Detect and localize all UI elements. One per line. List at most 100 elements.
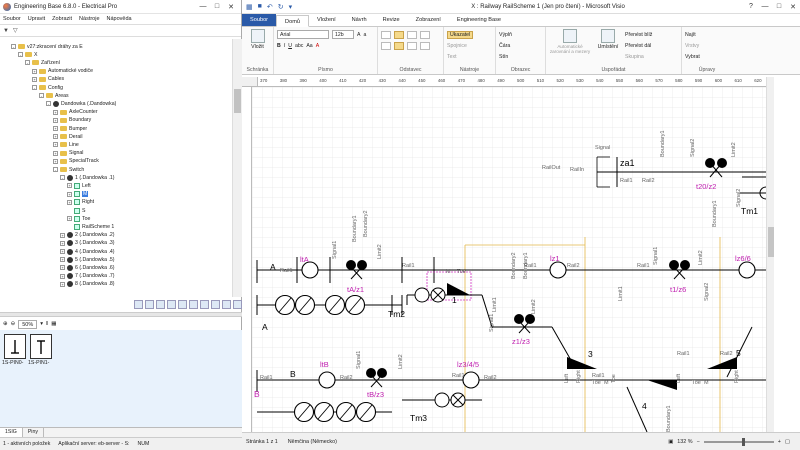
collapse-icon[interactable]: - xyxy=(53,167,58,172)
tree-item[interactable]: +6 (.Dandowka .6) xyxy=(60,264,115,271)
grow-font-icon[interactable]: A xyxy=(357,32,360,38)
tab-insert[interactable]: Vložení xyxy=(309,14,344,26)
tree-scrollbar[interactable] xyxy=(232,39,242,297)
tree-item[interactable]: + Right xyxy=(67,199,94,206)
tab-file[interactable]: Soubor xyxy=(242,14,277,26)
tree-item[interactable]: +7 (.Dandowka .7) xyxy=(60,273,115,280)
auto-align-icon[interactable] xyxy=(563,29,577,43)
position-button[interactable]: Umístění xyxy=(595,44,621,50)
tree-item[interactable]: - Areas xyxy=(39,92,69,99)
zoom-slider[interactable] xyxy=(703,437,774,446)
zoom-out-button[interactable]: − xyxy=(697,439,700,445)
tree-item[interactable]: - v27:zkracení dráhy za E xyxy=(11,43,83,50)
paste-icon[interactable] xyxy=(250,29,265,43)
minimize-icon[interactable]: — xyxy=(196,3,210,10)
tree-item[interactable]: + SpecialTrack xyxy=(53,158,99,165)
expand-icon[interactable]: + xyxy=(53,150,58,156)
fit-page-icon[interactable]: ▢ xyxy=(785,439,790,445)
view-help-icon[interactable] xyxy=(233,299,242,309)
align-right-icon[interactable] xyxy=(407,41,417,50)
redo-icon[interactable]: ↻ xyxy=(278,3,284,11)
zoom-select[interactable]: 50% xyxy=(18,319,38,329)
expand-icon[interactable]: + xyxy=(53,126,58,131)
status-language[interactable]: Němčina (Německo) xyxy=(288,439,337,445)
view-schematic-icon[interactable] xyxy=(134,299,143,309)
pointer-tool-button[interactable]: Ukazatel xyxy=(447,30,474,39)
grid-icon[interactable]: ▦ xyxy=(51,321,56,327)
collapse-icon[interactable]: - xyxy=(25,60,30,66)
close-icon[interactable]: ✕ xyxy=(224,3,238,11)
menu-help[interactable]: Nápověda xyxy=(107,16,132,22)
save-icon[interactable]: ■ xyxy=(258,3,262,11)
select-button[interactable]: Vybrat xyxy=(685,54,700,60)
case-icon[interactable]: Aa xyxy=(306,43,312,49)
expand-icon[interactable]: + xyxy=(60,232,65,238)
tree-item[interactable]: +8 (.Dandowka .8) xyxy=(60,281,115,288)
expand-icon[interactable]: + xyxy=(67,191,72,197)
menu-edit[interactable]: Upravit xyxy=(28,16,45,22)
tree-item[interactable]: +4 (.Dandowka .4) xyxy=(60,248,115,255)
tree-item[interactable]: + M xyxy=(67,191,89,198)
view-cabinet-icon[interactable] xyxy=(145,299,154,309)
align-left-icon[interactable] xyxy=(381,41,391,50)
drawing-canvas[interactable]: za1 t20/z2 ltA tA/z1 lz1 t1/z6 lz6/6 z1/… xyxy=(252,87,766,432)
visio-close-icon[interactable]: ✕ xyxy=(786,3,800,11)
expand-icon[interactable]: + xyxy=(53,134,58,140)
shadow-button[interactable]: Stín xyxy=(499,54,508,60)
tab-design[interactable]: Návrh xyxy=(344,14,375,26)
position-icon[interactable] xyxy=(601,29,615,43)
visio-minimize-icon[interactable]: — xyxy=(758,3,772,10)
expand-icon[interactable]: + xyxy=(32,76,37,82)
pane-splitter[interactable] xyxy=(0,312,242,317)
expand-icon[interactable]: + xyxy=(60,240,65,246)
zoom-dropdown-icon[interactable]: ▾ xyxy=(40,321,43,327)
view-cable-icon[interactable] xyxy=(156,299,165,309)
paste-button[interactable]: Vložit xyxy=(245,44,270,50)
align-middle-icon[interactable] xyxy=(394,30,404,39)
expand-icon[interactable]: + xyxy=(53,109,58,115)
tab-piny[interactable]: Piny xyxy=(23,428,44,437)
tree-item[interactable]: + Signal xyxy=(53,150,83,157)
pin-icon[interactable]: ‖ xyxy=(46,321,48,327)
send-backward-button[interactable]: Přenést dál xyxy=(625,43,651,49)
collapse-icon[interactable]: - xyxy=(18,52,23,58)
zoom-out-icon[interactable]: ⊖ xyxy=(11,321,16,327)
collapse-icon[interactable]: - xyxy=(46,101,51,107)
auto-align-button[interactable]: Automatické zarovnání a mezery xyxy=(549,44,591,54)
tree-item[interactable]: + Bumper xyxy=(53,125,87,132)
menu-tools[interactable]: Nástroje xyxy=(79,16,99,22)
zoom-in-button[interactable]: + xyxy=(778,439,781,445)
font-color-icon[interactable]: A xyxy=(316,43,319,49)
pin-symbol-0[interactable] xyxy=(4,334,26,359)
tree-item[interactable]: + Toe xyxy=(67,215,90,222)
underline-icon[interactable]: U xyxy=(288,43,292,49)
expand-icon[interactable]: + xyxy=(60,265,65,271)
pin-symbol-1[interactable] xyxy=(30,334,52,359)
collapse-icon[interactable]: - xyxy=(32,85,37,90)
visio-help-icon[interactable]: ? xyxy=(744,3,758,10)
maximize-icon[interactable]: □ xyxy=(210,3,224,10)
qat-dropdown-icon[interactable]: ▾ xyxy=(289,3,293,11)
canvas-vscroll-thumb[interactable] xyxy=(768,227,774,257)
full-screen-icon[interactable]: ▣ xyxy=(668,439,673,445)
shrink-font-icon[interactable]: a xyxy=(363,32,366,38)
tree-item[interactable]: - Zařízení xyxy=(25,59,60,66)
view-attribute-icon[interactable] xyxy=(178,299,187,309)
italic-icon[interactable]: I xyxy=(284,43,285,49)
expand-icon[interactable]: + xyxy=(67,199,72,205)
indent-icon[interactable] xyxy=(420,41,430,50)
fill-button[interactable]: Výplň xyxy=(499,32,512,38)
tree-item[interactable]: +2 (.Dandowka .2) xyxy=(60,232,115,239)
status-page[interactable]: Stránka 1 z 1 xyxy=(246,439,278,445)
tree-item[interactable]: + AxleCounter xyxy=(53,109,98,116)
align-bottom-icon[interactable] xyxy=(407,30,417,39)
expand-icon[interactable]: + xyxy=(53,158,58,164)
tab-1sig[interactable]: 1SIG xyxy=(0,428,23,437)
collapse-icon[interactable]: - xyxy=(11,44,16,49)
connector-tool-button[interactable]: Spojnice xyxy=(447,43,467,49)
tree-item[interactable]: + Automatické vodiče xyxy=(32,68,93,75)
tree-item[interactable]: +3 (.Dandowka .3) xyxy=(60,240,115,247)
tree-item[interactable]: + Line xyxy=(53,141,79,148)
find-button[interactable]: Najít xyxy=(685,32,696,38)
tree-item[interactable]: + Boundary xyxy=(53,117,91,124)
